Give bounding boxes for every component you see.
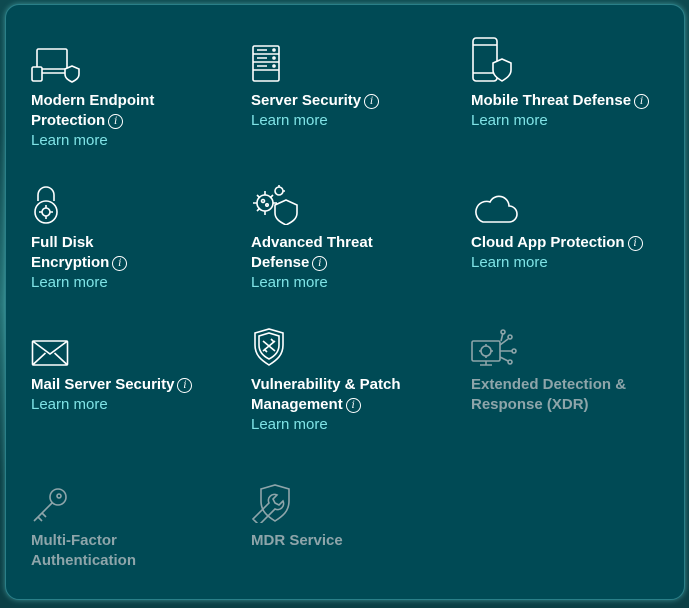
tile-mdr-service[interactable]: MDR Service <box>251 475 451 551</box>
tile-title: Server Security i <box>251 91 451 111</box>
learn-more-link[interactable]: Learn more <box>471 253 548 273</box>
info-icon[interactable]: i <box>108 114 124 129</box>
wrench-shield-icon <box>251 475 451 523</box>
tile-title: Advanced Threat Defense i <box>251 234 373 271</box>
tile-multi-factor-authentication[interactable]: Multi-Factor Authentication <box>31 475 231 571</box>
info-icon[interactable]: i <box>177 378 193 393</box>
learn-more-link[interactable]: Learn more <box>251 111 328 131</box>
info-icon[interactable]: i <box>364 94 380 109</box>
key-icon <box>31 475 231 523</box>
tile-title: Multi-Factor Authentication <box>31 532 136 569</box>
tile-title: Vulnerability & Patch Management i <box>251 376 401 413</box>
virus-shield-icon <box>251 177 451 225</box>
tile-server-security[interactable]: Server Security i Learn more <box>251 35 451 131</box>
info-icon[interactable]: i <box>312 256 328 271</box>
tile-mail-server-security[interactable]: Mail Server Security i Learn more <box>31 319 231 415</box>
tile-modern-endpoint-protection[interactable]: Modern Endpoint Protection i Learn more <box>31 35 231 151</box>
cloud-icon <box>471 177 671 225</box>
products-panel: Modern Endpoint Protection i Learn more S… <box>5 4 685 600</box>
learn-more-link[interactable]: Learn more <box>31 395 108 415</box>
patch-shield-icon <box>251 319 451 367</box>
tile-title: Mail Server Security i <box>31 375 231 395</box>
info-icon[interactable]: i <box>112 256 128 271</box>
tile-title: Cloud App Protection i <box>471 233 671 253</box>
tile-full-disk-encryption[interactable]: Full Disk Encryption i Learn more <box>31 177 231 293</box>
learn-more-link[interactable]: Learn more <box>471 111 548 131</box>
info-icon[interactable]: i <box>345 398 361 413</box>
tile-title: Modern Endpoint Protection i <box>31 92 155 129</box>
info-icon[interactable]: i <box>634 94 650 109</box>
tile-extended-detection-response[interactable]: Extended Detection & Response (XDR) <box>471 319 671 415</box>
learn-more-link[interactable]: Learn more <box>251 273 328 293</box>
laptop-phone-shield-icon <box>31 35 231 83</box>
phone-shield-icon <box>471 35 671 83</box>
info-icon[interactable]: i <box>627 236 643 251</box>
tile-mobile-threat-defense[interactable]: Mobile Threat Defense i Learn more <box>471 35 671 131</box>
tile-title: MDR Service <box>251 532 343 549</box>
tile-advanced-threat-defense[interactable]: Advanced Threat Defense i Learn more <box>251 177 451 293</box>
xdr-monitor-icon <box>471 319 671 367</box>
tile-title: Full Disk Encryption i <box>31 233 231 273</box>
tile-vulnerability-patch-management[interactable]: Vulnerability & Patch Management i Learn … <box>251 319 451 435</box>
envelope-icon <box>31 319 231 367</box>
learn-more-link[interactable]: Learn more <box>31 273 108 293</box>
tile-title: Mobile Threat Defense i <box>471 91 671 111</box>
learn-more-link[interactable]: Learn more <box>31 131 108 151</box>
learn-more-link[interactable]: Learn more <box>251 415 328 435</box>
tile-title: Extended Detection & Response (XDR) <box>471 376 627 413</box>
tile-cloud-app-protection[interactable]: Cloud App Protection i Learn more <box>471 177 671 273</box>
lock-icon <box>31 177 231 225</box>
server-icon <box>251 35 451 83</box>
